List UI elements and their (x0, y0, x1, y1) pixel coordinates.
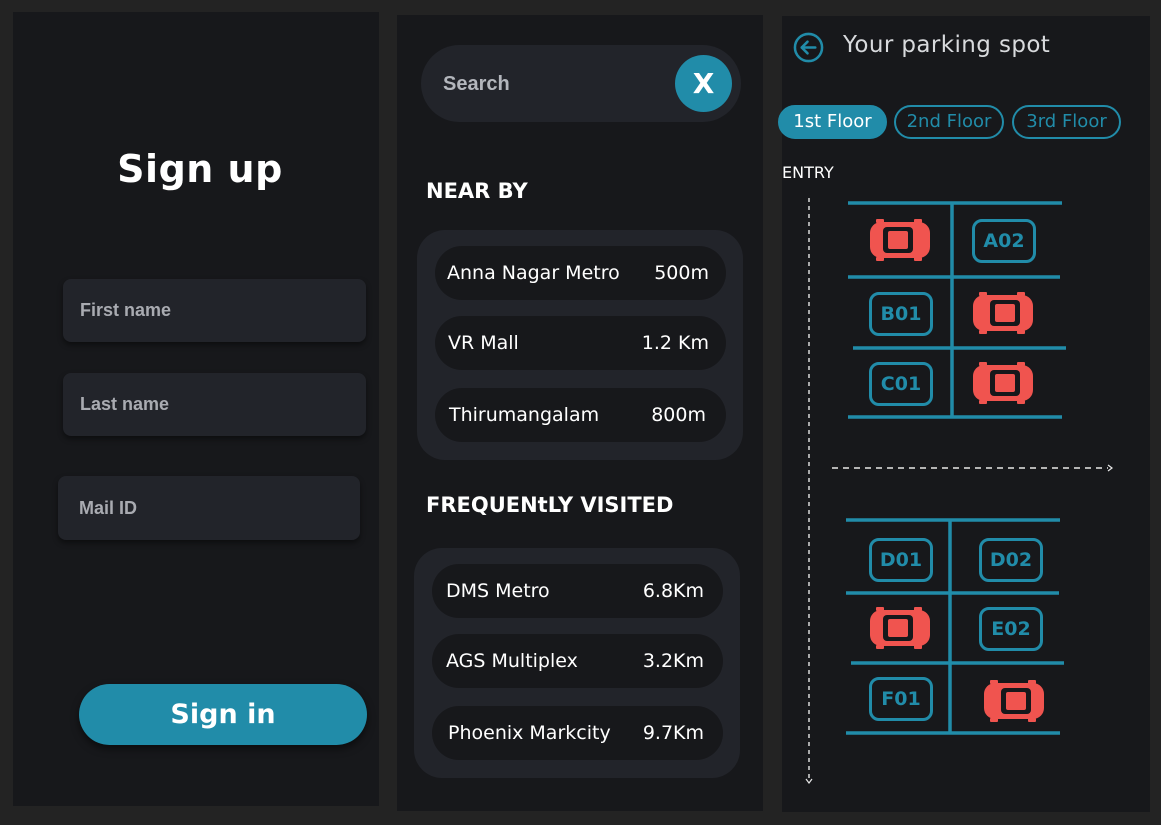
parking-spot[interactable]: D02 (979, 538, 1043, 582)
parking-spot[interactable]: A02 (972, 219, 1036, 263)
parking-spot[interactable]: E02 (979, 607, 1043, 651)
car-icon (984, 680, 1044, 722)
car-icon (870, 607, 930, 649)
parking-spot[interactable]: D01 (869, 538, 933, 582)
parking-spot[interactable]: C01 (869, 362, 933, 406)
parking-spot[interactable]: B01 (869, 292, 933, 336)
parking-spot[interactable]: F01 (869, 677, 933, 721)
car-icon (973, 362, 1033, 404)
car-icon (973, 292, 1033, 334)
car-icon (870, 219, 930, 261)
